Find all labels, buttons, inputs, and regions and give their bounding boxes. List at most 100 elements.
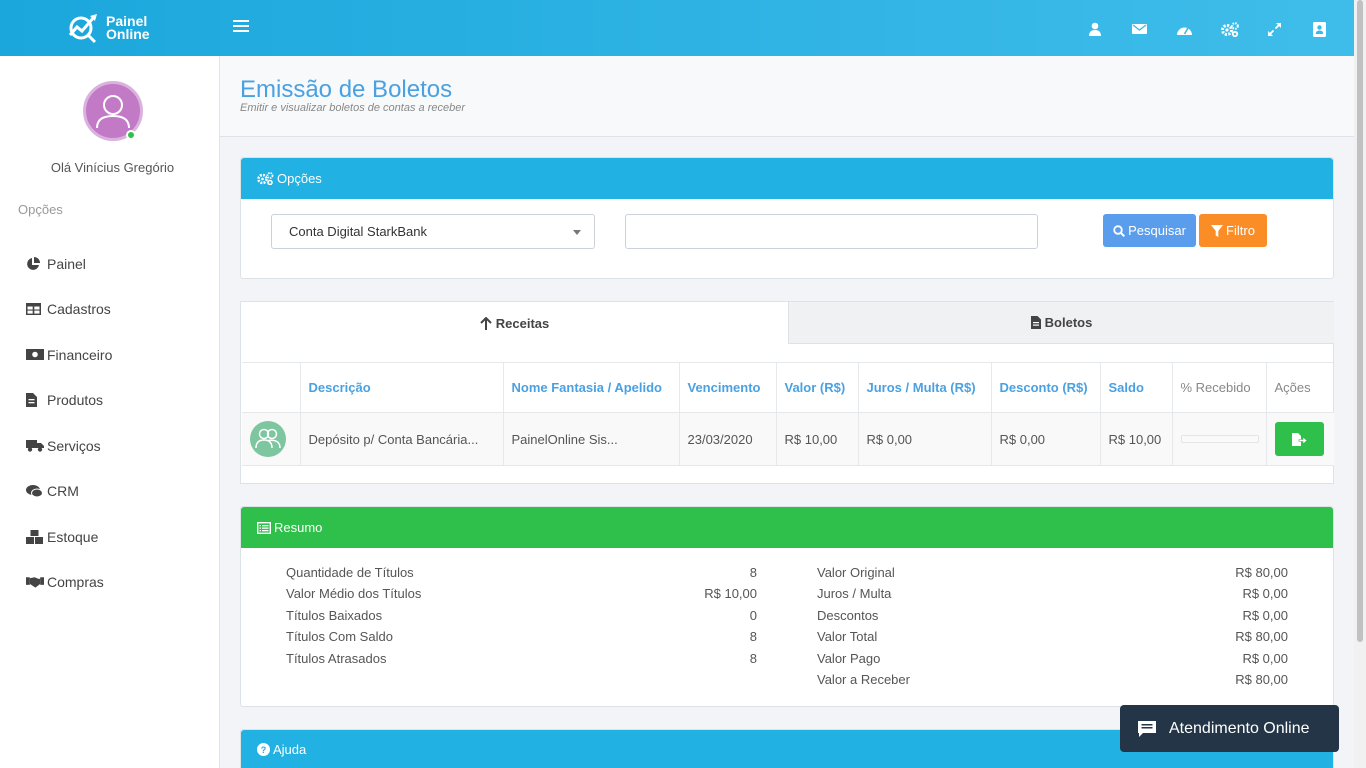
sidebar-item-financeiro[interactable]: Financeiro — [26, 332, 112, 378]
arrow-up-icon — [480, 316, 492, 330]
sidebar-item-compras[interactable]: Compras — [26, 560, 112, 606]
menu-toggle-icon[interactable] — [233, 20, 249, 34]
col-header-desconto[interactable]: Desconto (R$) — [990, 362, 1100, 413]
top-icons — [1072, 18, 1342, 40]
page-title: Emissão de Boletos — [240, 76, 453, 103]
summary-value: R$ 80,00 — [1235, 671, 1288, 687]
logo-icon — [68, 14, 97, 43]
summary-value: R$ 0,00 — [1242, 586, 1288, 602]
sidebar-item-label: Serviços — [47, 437, 101, 454]
cell-valor: R$ 10,00 — [775, 412, 858, 466]
summary-row: Títulos Atrasados 8 — [286, 651, 757, 672]
summary-value: R$ 0,00 — [1242, 650, 1288, 666]
sidebar-item-label: Painel — [47, 255, 86, 272]
summary-label: Títulos Baixados — [286, 607, 383, 623]
chat-bubble-icon — [1137, 720, 1157, 738]
user-greeting: Olá Vinícius Gregório — [50, 160, 175, 175]
col-header-avatar — [242, 362, 300, 413]
col-header-nome[interactable]: Nome Fantasia / Apelido — [502, 362, 679, 413]
file-export-icon — [1291, 432, 1307, 446]
col-header-juros[interactable]: Juros / Multa (R$) — [857, 362, 991, 413]
sidebar-item-painel[interactable]: Painel — [26, 241, 112, 287]
sidebar-section-label: Opções — [18, 202, 63, 217]
online-support-button[interactable]: Atendimento Online — [1120, 705, 1339, 752]
gears-icon — [257, 172, 274, 185]
account-select-value: Conta Digital StarkBank — [289, 224, 428, 239]
received-progress-bar — [1180, 435, 1259, 443]
file-icon — [26, 393, 44, 408]
top-navbar: Painel Online — [0, 0, 1354, 56]
brand-line2: Online — [106, 26, 150, 42]
boxes-icon — [26, 529, 44, 544]
search-button[interactable]: Pesquisar — [1103, 214, 1196, 247]
col-header-vencimento[interactable]: Vencimento — [678, 362, 776, 413]
summary-label: Valor Total — [817, 629, 878, 645]
cell-acoes — [1265, 412, 1334, 466]
sidebar-item-servicos[interactable]: Serviços — [26, 423, 112, 469]
summary-panel-title: Resumo — [274, 520, 323, 535]
col-header-descricao[interactable]: Descrição — [299, 362, 503, 413]
summary-label: Descontos — [817, 607, 879, 623]
envelope-icon[interactable] — [1117, 18, 1162, 40]
sidebar-item-label: Estoque — [47, 528, 99, 545]
tab-receitas-label: Receitas — [495, 315, 550, 331]
user-icon[interactable] — [1072, 18, 1117, 40]
tab-receitas[interactable]: Receitas — [241, 302, 789, 344]
sidebar-item-label: CRM — [47, 483, 79, 500]
summary-label: Valor Original — [817, 565, 895, 580]
tabs-container: Receitas Boletos Descrição Nome Fantasia… — [240, 301, 1334, 484]
sidebar-item-label: Cadastros — [47, 301, 111, 318]
sidebar-item-cadastros[interactable]: Cadastros — [26, 287, 112, 333]
list-alt-icon — [257, 521, 271, 534]
page-subtitle: Emitir e visualizar boletos de contas a … — [240, 102, 465, 114]
help-panel-title: Ajuda — [273, 742, 307, 757]
sidebar-item-estoque[interactable]: Estoque — [26, 514, 112, 560]
money-icon — [26, 348, 44, 362]
options-panel-title: Opções — [277, 171, 322, 186]
chevron-down-icon — [573, 230, 581, 235]
contact-card-icon[interactable] — [1297, 18, 1342, 40]
col-header-valor[interactable]: Valor (R$) — [775, 362, 858, 413]
summary-label: Quantidade de Títulos — [286, 565, 414, 580]
summary-row: Valor Total R$ 80,00 — [817, 629, 1288, 650]
summary-value: R$ 80,00 — [1235, 565, 1288, 580]
page-scrollbar[interactable] — [1354, 0, 1366, 768]
account-select[interactable]: Conta Digital StarkBank — [271, 214, 595, 249]
handshake-icon — [26, 575, 44, 589]
cell-saldo: R$ 10,00 — [1099, 412, 1172, 466]
cell-nome: PainelOnline Sis... — [502, 412, 679, 466]
tab-boletos-label: Boletos — [1044, 315, 1093, 330]
col-header-acoes: Ações — [1265, 362, 1334, 413]
tab-boletos[interactable]: Boletos — [789, 302, 1334, 344]
cell-descricao: Depósito p/ Conta Bancária... — [299, 412, 503, 466]
col-header-saldo[interactable]: Saldo — [1099, 362, 1172, 413]
expand-icon[interactable] — [1252, 18, 1297, 40]
question-circle-icon: ? — [257, 743, 270, 756]
scroll-thumb[interactable] — [1357, 0, 1363, 642]
brand-name: Painel Online — [106, 14, 150, 42]
summary-row: Títulos Baixados 0 — [286, 608, 757, 629]
sidebar-item-produtos[interactable]: Produtos — [26, 378, 112, 424]
sidebar-item-label: Produtos — [47, 392, 104, 409]
dashboard-icon[interactable] — [1162, 18, 1207, 40]
sidebar-item-label: Financeiro — [47, 346, 113, 363]
sidebar-item-crm[interactable]: CRM — [26, 469, 112, 515]
cell-juros: R$ 0,00 — [857, 412, 991, 466]
summary-value: R$ 10,00 — [704, 586, 757, 602]
filter-button[interactable]: Filtro — [1199, 214, 1267, 247]
gears-icon[interactable] — [1207, 18, 1252, 40]
table-icon — [26, 302, 44, 316]
summary-row: Quantidade de Títulos 8 — [286, 565, 757, 586]
sidebar-menu: Painel Cadastros Financeiro Produtos Ser… — [26, 241, 112, 605]
summary-value: R$ 0,00 — [1242, 607, 1288, 623]
client-avatar-icon — [250, 421, 286, 457]
generate-boleto-button[interactable] — [1274, 422, 1324, 456]
online-status-dot — [126, 130, 136, 140]
brand-logo[interactable]: Painel Online — [68, 12, 150, 44]
summary-label: Juros / Multa — [817, 586, 892, 602]
summary-value: 0 — [749, 607, 757, 623]
summary-row: Valor Pago R$ 0,00 — [817, 651, 1288, 672]
search-input[interactable] — [625, 214, 1038, 249]
summary-row: Valor Original R$ 80,00 — [817, 565, 1288, 586]
summary-value: 8 — [749, 629, 757, 645]
